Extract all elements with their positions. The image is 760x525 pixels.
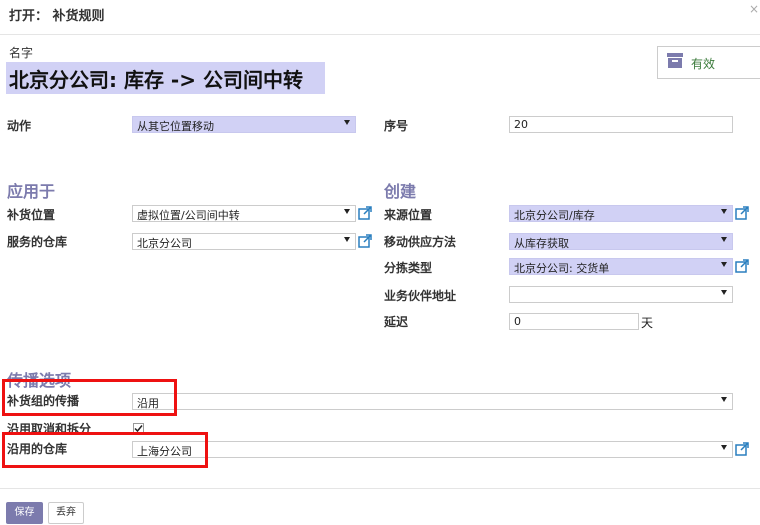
supply-method-label: 移动供应方法 <box>384 235 457 249</box>
chevron-down-icon <box>721 237 727 242</box>
external-link-icon[interactable] <box>735 442 749 456</box>
delay-label: 延迟 <box>384 315 409 329</box>
chevron-down-icon <box>721 209 727 214</box>
sequence-input[interactable]: 20 <box>509 116 733 133</box>
external-link-icon[interactable] <box>735 259 749 273</box>
chevron-down-icon <box>344 120 350 125</box>
external-link-icon[interactable] <box>358 206 372 220</box>
sequence-label: 序号 <box>384 119 409 133</box>
active-status-label: 有效 <box>691 57 716 71</box>
served-warehouse-select[interactable]: 北京分公司 <box>132 233 356 250</box>
picking-type-label: 分拣类型 <box>384 261 433 275</box>
chevron-down-icon <box>721 397 727 402</box>
served-warehouse-value: 北京分公司 <box>137 237 192 250</box>
chevron-down-icon <box>721 262 727 267</box>
close-icon[interactable]: × <box>749 2 759 16</box>
group-propagation-select[interactable]: 沿用 <box>132 393 733 410</box>
served-warehouse-label: 服务的仓库 <box>7 235 68 249</box>
chevron-down-icon <box>721 290 727 295</box>
dialog-title: 打开： 补货规则 <box>9 9 105 24</box>
partner-address-label: 业务伙伴地址 <box>384 289 457 303</box>
name-label: 名字 <box>9 46 34 60</box>
picking-type-select[interactable]: 北京分公司: 交货单 <box>509 258 733 275</box>
archive-icon <box>667 53 683 68</box>
action-select[interactable]: 从其它位置移动 <box>132 116 356 133</box>
source-location-label: 来源位置 <box>384 208 433 222</box>
supply-method-value: 从库存获取 <box>514 237 569 250</box>
save-button[interactable]: 保存 <box>6 502 43 524</box>
replenish-location-value: 虚拟位置/公司间中转 <box>137 209 240 222</box>
discard-button[interactable]: 丢弃 <box>48 502 84 524</box>
delay-unit: 天 <box>641 316 654 330</box>
external-link-icon[interactable] <box>358 234 372 248</box>
chevron-down-icon <box>344 237 350 242</box>
section-create: 创建 <box>384 182 417 201</box>
external-link-icon[interactable] <box>735 206 749 220</box>
source-location-value: 北京分公司/库存 <box>514 209 595 222</box>
section-applies-to: 应用于 <box>7 182 56 201</box>
delay-value: 0 <box>514 315 521 328</box>
delay-input[interactable]: 0 <box>509 313 639 330</box>
picking-type-value: 北京分公司: 交货单 <box>514 262 610 275</box>
replenish-location-select[interactable]: 虚拟位置/公司间中转 <box>132 205 356 222</box>
dialog-header <box>0 0 760 35</box>
source-location-select[interactable]: 北京分公司/库存 <box>509 205 733 222</box>
sequence-value: 20 <box>514 118 528 131</box>
action-value: 从其它位置移动 <box>137 120 214 133</box>
partner-address-select[interactable] <box>509 286 733 303</box>
chevron-down-icon <box>721 445 727 450</box>
highlight-box-group-propagation <box>2 379 177 416</box>
highlight-box-propagate-warehouse <box>2 432 208 468</box>
propagate-warehouse-select[interactable]: 上海分公司 <box>132 441 733 458</box>
chevron-down-icon <box>344 209 350 214</box>
footer-divider <box>0 488 760 489</box>
name-value: 北京分公司: 库存 -> 公司间中转 <box>9 68 303 92</box>
replenish-location-label: 补货位置 <box>7 208 56 222</box>
supply-method-select[interactable]: 从库存获取 <box>509 233 733 250</box>
action-label: 动作 <box>7 119 32 133</box>
